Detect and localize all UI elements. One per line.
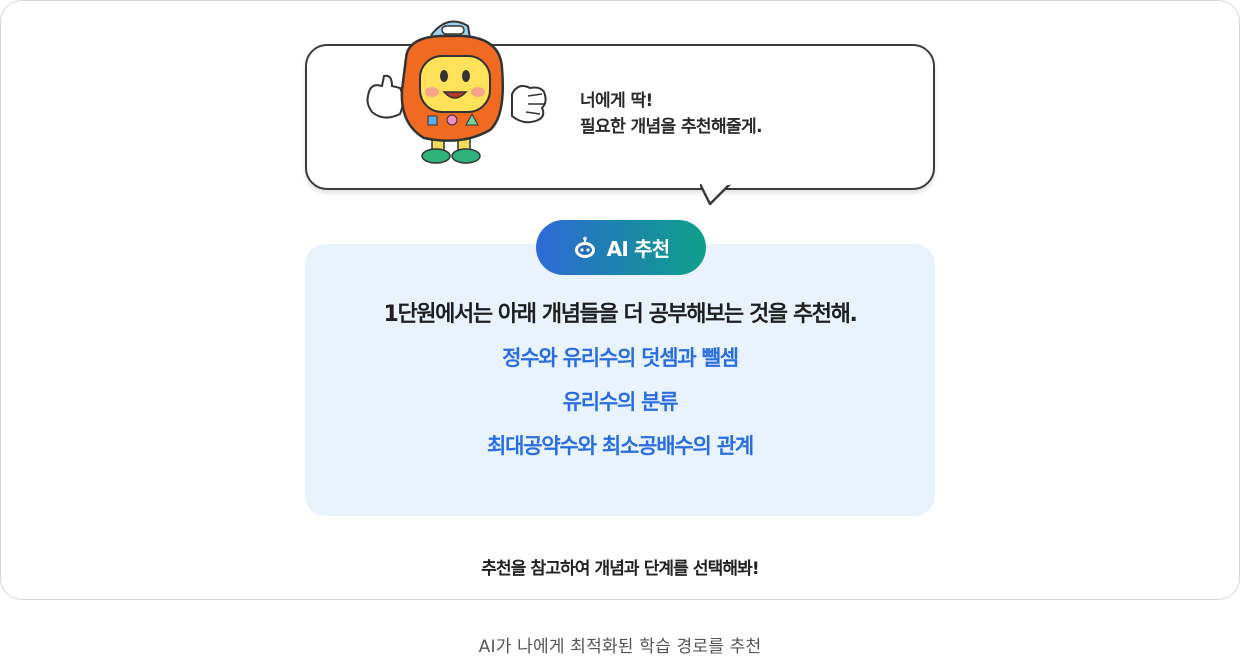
caption: AI가 나에게 최적화된 학습 경로를 추천	[478, 637, 762, 657]
speech-line-2: 필요한 개념을 추천해줄게.	[580, 117, 763, 137]
ai-badge-label: AI 추천	[606, 237, 670, 261]
speech-line-1: 너에게 딱!	[580, 91, 653, 111]
recommendation-lead-text: 1단원에서는 아래 개념들을 더 공부해보는 것을 추천해.	[383, 302, 858, 327]
recommended-concepts-list: 정수와 유리수의 덧셈과 뺄셈 유리수의 분류 최대공약수와 최소공배수의 관계	[305, 340, 935, 472]
concept-item[interactable]: 정수와 유리수의 덧셈과 뺄셈	[305, 340, 935, 384]
speech-bubble-tail	[700, 184, 731, 206]
robot-icon	[574, 236, 595, 258]
concept-item[interactable]: 유리수의 분류	[305, 384, 935, 428]
mascot-character	[366, 20, 547, 164]
speech-bubble-text: 너에게 딱! 필요한 개념을 추천해줄게.	[580, 88, 763, 140]
ai-recommend-badge: AI 추천	[536, 220, 706, 275]
guide-text: 추천을 참고하여 개념과 단계를 선택해봐!	[481, 559, 759, 579]
concept-item[interactable]: 최대공약수와 최소공배수의 관계	[305, 428, 935, 472]
